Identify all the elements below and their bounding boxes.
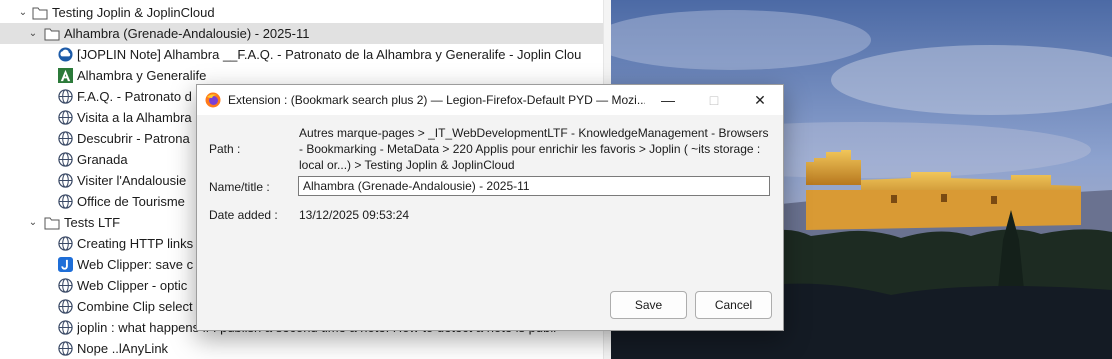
tree-row-label: Visiter l'Andalousie (77, 173, 187, 188)
globe-icon (57, 173, 73, 189)
globe-icon (57, 89, 73, 105)
name-title-label: Name/title : (209, 180, 270, 194)
globe-icon (57, 194, 73, 210)
globe-icon (57, 320, 73, 336)
close-button[interactable]: ✕ (737, 85, 783, 115)
tree-bookmark[interactable]: [JOPLIN Note] Alhambra __F.A.Q. - Patron… (0, 44, 603, 65)
firefox-icon (205, 92, 221, 108)
date-added-value: 13/12/2025 09:53:24 (299, 208, 410, 222)
tree-row-label: Alhambra (Grenade-Andalousie) - 2025-11 (64, 26, 310, 41)
folder-icon (32, 5, 48, 21)
tree-row-label: Descubrir - Patrona (77, 131, 190, 146)
tree-row-label: [JOPLIN Note] Alhambra __F.A.Q. - Patron… (77, 47, 582, 62)
tree-row-label: Web Clipper: save c (77, 257, 194, 272)
globe-icon (57, 236, 73, 252)
tree-folder-alhambra[interactable]: ⌄ Alhambra (Grenade-Andalousie) - 2025-1… (0, 23, 603, 44)
save-button[interactable]: Save (610, 291, 687, 319)
folder-icon (44, 215, 60, 231)
tree-row-label: Combine Clip select (77, 299, 193, 314)
name-title-input[interactable] (298, 176, 770, 196)
path-value: Autres marque-pages > _IT_WebDevelopment… (299, 126, 769, 172)
bookmark-edit-dialog: Extension : (Bookmark search plus 2) — L… (196, 84, 784, 331)
globe-icon (57, 110, 73, 126)
tree-row-label: Office de Tourisme (77, 194, 185, 209)
tree-bookmark[interactable]: Alhambra y Generalife (0, 65, 603, 86)
globe-icon (57, 341, 73, 357)
joplin-icon (57, 257, 73, 273)
maximize-button[interactable]: □ (691, 85, 737, 115)
tree-row-label: Creating HTTP links (77, 236, 194, 251)
joplin-cloud-icon (57, 47, 73, 63)
globe-icon (57, 299, 73, 315)
globe-icon (57, 131, 73, 147)
globe-icon (57, 278, 73, 294)
tree-row-label: Alhambra y Generalife (77, 68, 207, 83)
date-added-label: Date added : (209, 208, 278, 222)
minimize-button[interactable]: — (645, 85, 691, 115)
alhambra-favicon-icon (57, 68, 73, 84)
dialog-title: Extension : (Bookmark search plus 2) — L… (228, 93, 645, 107)
chevron-down-icon[interactable]: ⌄ (16, 6, 30, 20)
tree-row-label: Tests LTF (64, 215, 121, 230)
globe-icon (57, 152, 73, 168)
cancel-button[interactable]: Cancel (695, 291, 772, 319)
tree-row-label: Nope ..lAnyLink (77, 341, 169, 356)
tree-row-label: Visita a la Alhambra (77, 110, 192, 125)
tree-row-label: Testing Joplin & JoplinCloud (52, 5, 215, 20)
chevron-down-icon[interactable]: ⌄ (26, 216, 40, 230)
tree-row-label: Web Clipper - optic (77, 278, 188, 293)
dialog-titlebar[interactable]: Extension : (Bookmark search plus 2) — L… (197, 85, 783, 115)
tree-bookmark[interactable]: Nope ..lAnyLink (0, 338, 603, 359)
path-label: Path : (209, 142, 241, 156)
tree-row-label: Granada (77, 152, 128, 167)
tree-folder-testing-joplin[interactable]: ⌄ Testing Joplin & JoplinCloud (0, 2, 603, 23)
tree-row-label: F.A.Q. - Patronato d (77, 89, 192, 104)
chevron-down-icon[interactable]: ⌄ (26, 27, 40, 41)
folder-icon (44, 26, 60, 42)
